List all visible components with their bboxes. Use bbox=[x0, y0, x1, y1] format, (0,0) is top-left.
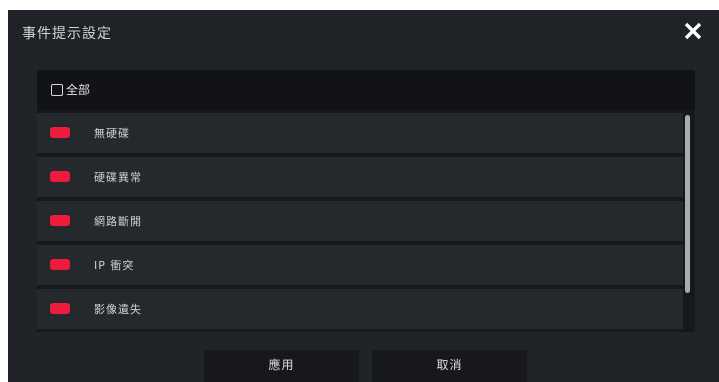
select-all-row[interactable]: 全部 bbox=[37, 70, 695, 110]
close-button[interactable] bbox=[681, 18, 705, 44]
event-label: 硬碟異常 bbox=[94, 171, 142, 184]
event-toggle[interactable] bbox=[50, 127, 70, 138]
list-item[interactable]: 無硬碟 bbox=[37, 113, 683, 153]
apply-button[interactable]: 應用 bbox=[204, 350, 359, 382]
event-list-panel: 全部 無硬碟 硬碟異常 網路斷開 IP 衝突 影像遺失 bbox=[37, 70, 695, 332]
event-toggle[interactable] bbox=[50, 259, 70, 270]
event-label: IP 衝突 bbox=[94, 259, 135, 272]
cancel-button[interactable]: 取消 bbox=[372, 350, 527, 382]
close-icon bbox=[684, 22, 702, 40]
event-label: 網路斷開 bbox=[94, 215, 142, 228]
event-toggle[interactable] bbox=[50, 215, 70, 226]
list-item[interactable]: 硬碟異常 bbox=[37, 157, 683, 197]
dialog-title: 事件提示設定 bbox=[22, 26, 112, 42]
event-toggle[interactable] bbox=[50, 303, 70, 314]
list-item[interactable]: 影像遺失 bbox=[37, 289, 683, 329]
select-all-checkbox[interactable] bbox=[51, 84, 63, 96]
event-rows: 無硬碟 硬碟異常 網路斷開 IP 衝突 影像遺失 bbox=[37, 113, 685, 333]
event-label: 無硬碟 bbox=[94, 127, 130, 140]
event-alert-settings-dialog: 事件提示設定 全部 無硬碟 硬碟異常 網路斷開 IP 衝突 影像遺失 應用 取消 bbox=[8, 10, 719, 382]
list-scrollbar[interactable] bbox=[685, 115, 690, 293]
dialog-header: 事件提示設定 bbox=[8, 10, 719, 56]
list-item[interactable]: IP 衝突 bbox=[37, 245, 683, 285]
event-toggle[interactable] bbox=[50, 171, 70, 182]
select-all-label: 全部 bbox=[66, 83, 91, 97]
event-label: 影像遺失 bbox=[94, 303, 142, 316]
list-item[interactable]: 網路斷開 bbox=[37, 201, 683, 241]
